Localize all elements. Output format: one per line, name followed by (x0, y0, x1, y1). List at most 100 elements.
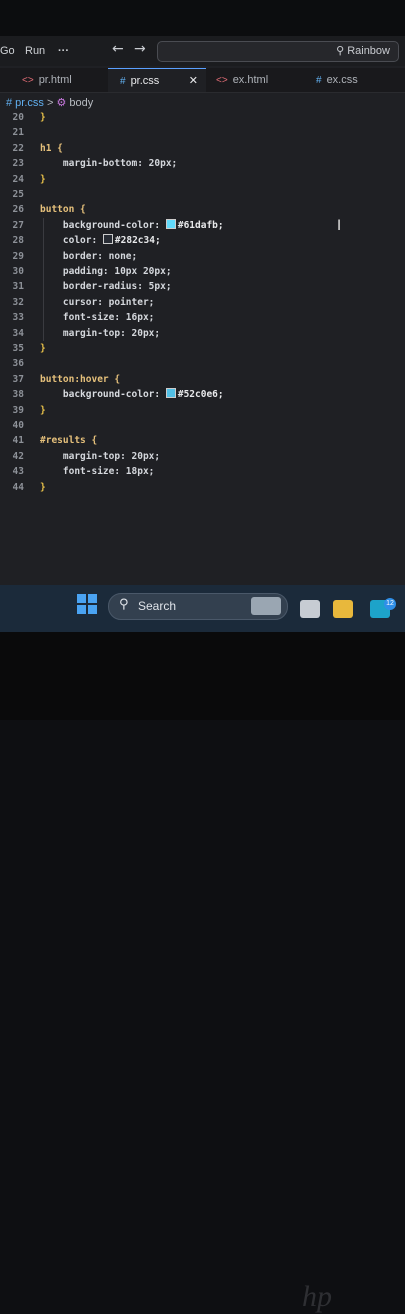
code-line[interactable]: 33 font-size: 16px; (0, 310, 405, 325)
code-line[interactable]: 38 background-color: #52c0e6; (0, 387, 405, 402)
code-text: button:hover { (40, 373, 121, 385)
screen: Go Run ··· ← → ⚲ Rainbow <> pr.html # pr.c… (0, 0, 405, 632)
code-line[interactable]: 21 (0, 125, 405, 140)
search-icon: ⚲ (119, 597, 129, 612)
tab-ex-css[interactable]: # ex.css (316, 68, 396, 92)
tab-label: ex.html (232, 74, 269, 86)
tab-label: pr.css (130, 75, 160, 87)
code-line[interactable]: 43 font-size: 18px; (0, 464, 405, 479)
line-number: 30 (12, 266, 24, 277)
code-text: background-color: #61dafb; (40, 218, 224, 231)
task-view-icon[interactable] (300, 600, 320, 618)
code-line[interactable]: 34 margin-top: 20px; (0, 326, 405, 341)
color-swatch-icon[interactable] (165, 218, 176, 229)
menu-more[interactable]: ··· (58, 45, 69, 57)
code-line[interactable]: 39} (0, 403, 405, 418)
text-cursor-icon: Ⅰ (337, 218, 342, 234)
html-file-icon: <> (216, 75, 228, 86)
tab-label: ex.css (326, 74, 358, 86)
search-label: ⚲ Rainbow (336, 45, 390, 57)
notification-badge: 12 (384, 598, 396, 610)
code-text: padding: 10px 20px; (40, 266, 172, 277)
code-text: } (40, 404, 46, 416)
code-line[interactable]: 22 h1 { (0, 141, 405, 156)
code-line[interactable]: 32 cursor: pointer; (0, 295, 405, 310)
code-line[interactable]: 35} (0, 341, 405, 356)
line-number: 41 (12, 435, 24, 447)
code-line[interactable]: 29 border: none; (0, 249, 405, 264)
command-center-search[interactable]: ⚲ Rainbow (157, 41, 399, 62)
line-number: 33 (12, 312, 24, 324)
forward-arrow-icon[interactable]: → (134, 41, 146, 57)
menu-go[interactable]: Go (0, 45, 15, 57)
code-line[interactable]: 31 border-radius: 5px; (0, 279, 405, 294)
code-line[interactable]: 27 background-color: #61dafb; (0, 218, 405, 233)
code-text: cursor: pointer; (40, 296, 155, 308)
top-dark-area (0, 0, 405, 36)
code-text: margin-top: 20px; (40, 327, 161, 339)
line-number: 34 (12, 327, 24, 339)
tab-label: pr.html (38, 74, 72, 86)
close-icon[interactable]: ✕ (189, 69, 198, 93)
line-number: 22 (12, 142, 24, 154)
code-line[interactable]: 20} (0, 110, 405, 125)
line-number: 23 (12, 158, 24, 170)
tab-bar: <> pr.html # pr.css ✕ <> ex.html # ex.css (0, 68, 405, 93)
back-arrow-icon[interactable]: ← (112, 41, 124, 57)
code-line[interactable]: 40 (0, 418, 405, 433)
line-number: 24 (12, 173, 24, 185)
color-swatch-icon[interactable] (102, 234, 113, 245)
line-number: 27 (12, 219, 24, 231)
code-line[interactable]: 28 color: #282c34; (0, 233, 405, 248)
html-file-icon: <> (22, 75, 34, 86)
code-line[interactable]: 25 (0, 187, 405, 202)
line-number: 26 (12, 204, 24, 216)
code-line[interactable]: 30 padding: 10px 20px; (0, 264, 405, 279)
code-text: button { (40, 204, 86, 216)
line-number: 35 (12, 343, 24, 354)
breadcrumb-separator: > (46, 97, 54, 109)
code-line[interactable]: 36 (0, 356, 405, 371)
taskbar-search-label: Search (138, 599, 177, 613)
line-number: 43 (12, 466, 24, 478)
line-number: 40 (12, 420, 24, 431)
code-line[interactable]: 26 button { (0, 202, 405, 217)
code-line[interactable]: 37 button:hover { (0, 372, 405, 387)
tab-pr-html[interactable]: <> pr.html (22, 68, 102, 92)
color-swatch-icon[interactable] (165, 388, 176, 399)
code-line[interactable]: 44} (0, 480, 405, 495)
indent-guide (43, 217, 44, 341)
laptop-bezel: hp (0, 632, 405, 1313)
symbol-icon: ⚙ (56, 97, 67, 109)
code-text: font-size: 18px; (40, 466, 155, 478)
line-number: 20 (12, 112, 24, 123)
line-number: 44 (12, 481, 24, 493)
code-line[interactable]: 23 margin-bottom: 20px; (0, 156, 405, 171)
taskbar-search[interactable]: ⚲ Search (108, 593, 288, 620)
code-text: margin-top: 20px; (40, 450, 161, 462)
code-line[interactable]: 42 margin-top: 20px; (0, 449, 405, 464)
breadcrumb: # pr.css > ⚙ body (6, 96, 93, 109)
code-line[interactable]: 24} (0, 172, 405, 187)
file-explorer-icon[interactable] (333, 600, 353, 618)
windows-start-icon[interactable] (77, 594, 97, 614)
line-number: 37 (12, 373, 24, 385)
line-number: 42 (12, 450, 24, 462)
tab-ex-html[interactable]: <> ex.html (216, 68, 296, 92)
code-text: } (40, 112, 46, 123)
breadcrumb-file[interactable]: # pr.css (6, 97, 44, 109)
code-text: font-size: 16px; (40, 312, 155, 324)
code-text: background-color: #52c0e6; (40, 388, 224, 401)
breadcrumb-symbol[interactable]: body (69, 97, 93, 109)
code-text: } (40, 343, 46, 354)
line-number: 25 (12, 189, 24, 200)
code-text: } (40, 173, 46, 185)
line-number: 32 (12, 296, 24, 308)
code-text: border-radius: 5px; (40, 281, 172, 293)
line-number: 36 (12, 358, 24, 370)
code-text: color: #282c34; (40, 234, 161, 247)
code-line[interactable]: 41 #results { (0, 433, 405, 448)
code-text: h1 { (40, 142, 63, 154)
tab-pr-css[interactable]: # pr.css ✕ (108, 68, 206, 92)
menu-run[interactable]: Run (25, 45, 45, 57)
